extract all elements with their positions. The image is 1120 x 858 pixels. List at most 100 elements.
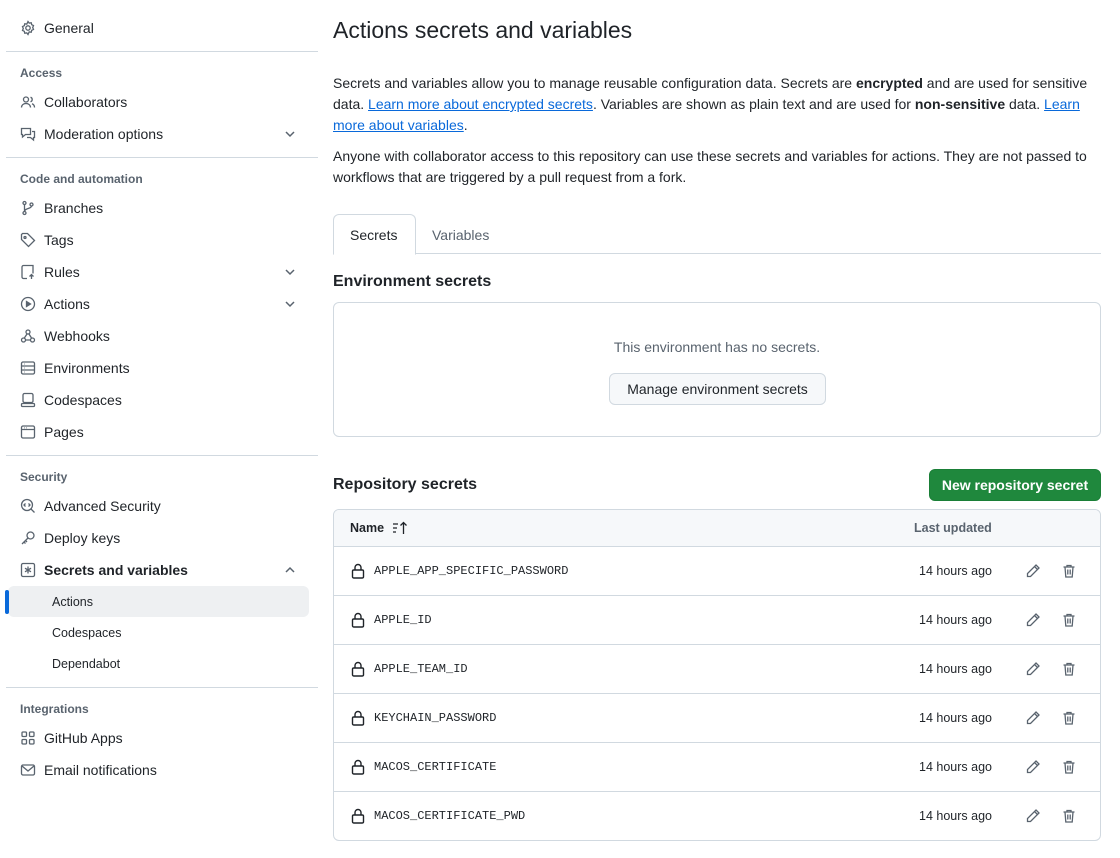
- repository-secrets-table: Name Last updated APPLE_APP_SPECIFIC_PAS…: [333, 509, 1101, 841]
- page-title: Actions secrets and variables: [333, 17, 633, 43]
- gear-icon: [20, 20, 36, 36]
- sidebar-item-codespaces[interactable]: Codespaces: [0, 384, 318, 416]
- active-indicator: [5, 590, 9, 614]
- sidebar-item-secrets-and-variables[interactable]: Secrets and variables: [0, 554, 318, 586]
- sidebar-item-label: Moderation options: [44, 126, 164, 142]
- sidebar-subitem-label: Dependabot: [52, 656, 121, 671]
- section-heading-access: Access: [20, 66, 63, 80]
- column-header-name[interactable]: Name: [350, 521, 408, 535]
- asterisk-icon: [20, 562, 36, 578]
- pencil-icon[interactable]: [1025, 661, 1041, 677]
- apps-icon: [20, 730, 36, 746]
- sidebar-subitem-actions[interactable]: Actions: [5, 586, 309, 617]
- sidebar-item-collaborators[interactable]: Collaborators: [0, 86, 318, 118]
- sidebar-item-environments[interactable]: Environments: [0, 352, 318, 384]
- key-icon: [20, 530, 36, 546]
- pencil-icon[interactable]: [1025, 759, 1041, 775]
- column-header-label: Name: [350, 521, 385, 535]
- last-updated: 14 hours ago: [919, 662, 992, 676]
- sidebar-item-label: Environments: [44, 360, 130, 376]
- pencil-icon[interactable]: [1025, 710, 1041, 726]
- lock-icon: [351, 661, 365, 677]
- trash-icon[interactable]: [1061, 563, 1077, 579]
- lock-icon: [351, 710, 365, 726]
- chevron-down-icon[interactable]: [282, 126, 298, 142]
- repo-push-icon: [20, 264, 36, 280]
- description: Secrets and variables allow you to manag…: [333, 73, 1101, 136]
- sidebar-item-label: Tags: [44, 232, 74, 248]
- server-icon: [20, 360, 36, 376]
- sidebar-item-label: Branches: [44, 200, 104, 216]
- sidebar-item-branches[interactable]: Branches: [0, 192, 318, 224]
- chevron-up-icon[interactable]: [282, 562, 298, 578]
- table-header: Name Last updated: [334, 510, 1100, 547]
- description-text: . Variables are shown as plain text and …: [592, 96, 915, 112]
- secret-name: APPLE_TEAM_ID: [374, 662, 468, 676]
- table-row: APPLE_APP_SPECIFIC_PASSWORD 14 hours ago: [334, 547, 1100, 596]
- pencil-icon[interactable]: [1025, 808, 1041, 824]
- empty-state-message: This environment has no secrets.: [613, 339, 821, 355]
- sidebar-item-label: General: [44, 20, 94, 36]
- environment-secrets-heading: Environment secrets: [333, 273, 492, 290]
- description-text: .: [463, 117, 468, 133]
- new-repository-secret-button[interactable]: New repository secret: [929, 469, 1101, 501]
- description-text: Secrets and variables allow you to manag…: [333, 75, 856, 91]
- sort-ascending-icon[interactable]: [392, 521, 408, 535]
- lock-icon: [351, 759, 365, 775]
- last-updated: 14 hours ago: [919, 809, 992, 823]
- manage-environment-secrets-button[interactable]: Manage environment secrets: [609, 373, 826, 405]
- pencil-icon[interactable]: [1025, 563, 1041, 579]
- trash-icon[interactable]: [1061, 710, 1077, 726]
- trash-icon[interactable]: [1061, 759, 1077, 775]
- section-heading-security: Security: [20, 470, 68, 484]
- column-header-last-updated: Last updated: [914, 521, 992, 535]
- table-row: MACOS_CERTIFICATE 14 hours ago: [334, 743, 1100, 792]
- sidebar-item-advanced-security[interactable]: Advanced Security: [0, 490, 318, 522]
- sidebar-subitem-codespaces[interactable]: Codespaces: [8, 617, 309, 648]
- table-row: APPLE_ID 14 hours ago: [334, 596, 1100, 645]
- sidebar-item-rules[interactable]: Rules: [0, 256, 318, 288]
- people-icon: [20, 94, 36, 110]
- sidebar-item-pages[interactable]: Pages: [0, 416, 318, 448]
- trash-icon[interactable]: [1061, 661, 1077, 677]
- sidebar-item-email-notifications[interactable]: Email notifications: [0, 754, 318, 786]
- sidebar-subitem-dependabot[interactable]: Dependabot: [8, 648, 309, 679]
- tab-bar: Secrets Variables: [333, 214, 1101, 255]
- chevron-down-icon[interactable]: [282, 264, 298, 280]
- mail-icon: [20, 762, 36, 778]
- table-row: MACOS_CERTIFICATE_PWD 14 hours ago: [334, 792, 1100, 840]
- sidebar-item-label: Collaborators: [44, 94, 128, 110]
- tab-variables[interactable]: Variables: [416, 214, 505, 255]
- sidebar-item-general[interactable]: General: [0, 12, 318, 44]
- lock-icon: [351, 808, 365, 824]
- sidebar-item-deploy-keys[interactable]: Deploy keys: [0, 522, 318, 554]
- sidebar-subitem-label: Codespaces: [52, 625, 122, 640]
- sidebar-item-github-apps[interactable]: GitHub Apps: [0, 722, 318, 754]
- sidebar-item-webhooks[interactable]: Webhooks: [0, 320, 318, 352]
- sidebar-item-moderation-options[interactable]: Moderation options: [0, 118, 318, 150]
- learn-more-secrets-link[interactable]: Learn more about encrypted secrets: [368, 96, 593, 112]
- sidebar-item-tags[interactable]: Tags: [0, 224, 318, 256]
- description-text: data.: [1005, 96, 1045, 112]
- repository-secrets-heading: Repository secrets: [333, 476, 478, 493]
- pencil-icon[interactable]: [1025, 612, 1041, 628]
- sidebar-item-label: Email notifications: [44, 762, 157, 778]
- browser-icon: [20, 424, 36, 440]
- chevron-down-icon[interactable]: [282, 296, 298, 312]
- collaborator-note: Anyone with collaborator access to this …: [333, 148, 1087, 185]
- sidebar-item-label: Codespaces: [44, 392, 122, 408]
- sidebar-item-label: Actions: [44, 296, 90, 312]
- trash-icon[interactable]: [1061, 612, 1077, 628]
- codescan-icon: [20, 498, 36, 514]
- last-updated: 14 hours ago: [919, 711, 992, 725]
- settings-sidebar: General Access Collaborators Moderation …: [0, 0, 318, 858]
- sidebar-item-label: Webhooks: [44, 328, 110, 344]
- trash-icon[interactable]: [1061, 808, 1077, 824]
- section-heading-code-and-automation: Code and automation: [20, 172, 143, 186]
- lock-icon: [351, 612, 365, 628]
- tab-secrets[interactable]: Secrets: [333, 214, 416, 255]
- sidebar-item-label: Advanced Security: [44, 498, 161, 514]
- sidebar-item-actions[interactable]: Actions: [0, 288, 318, 320]
- webhook-icon: [20, 328, 36, 344]
- table-row: APPLE_TEAM_ID 14 hours ago: [334, 645, 1100, 694]
